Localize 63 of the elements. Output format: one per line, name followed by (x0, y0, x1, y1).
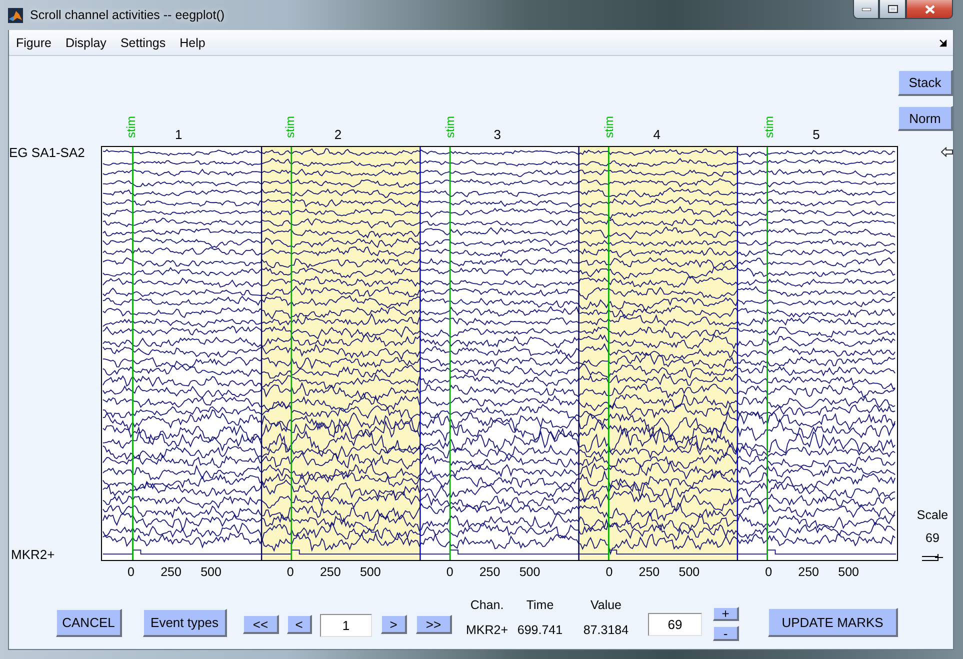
time-tick-label: 0 (446, 565, 454, 579)
time-tick-label: 0 (606, 565, 613, 579)
close-button[interactable] (906, 0, 953, 19)
stack-button[interactable]: Stack (898, 70, 953, 96)
time-tick-label: 250 (638, 565, 660, 579)
app-logo-icon (8, 8, 23, 22)
readout-heading: Value (590, 598, 622, 612)
time-tick-label: 0 (765, 565, 772, 579)
minimize-icon (862, 8, 870, 10)
scale-label: Scale (916, 508, 948, 523)
nav-button[interactable]: >> (416, 615, 452, 634)
time-tick-label: 0 (128, 565, 134, 579)
epoch-number: 5 (812, 128, 820, 142)
epoch-number: 2 (334, 128, 342, 142)
scale-bar-icon (922, 554, 944, 561)
event-label: stim (762, 116, 776, 138)
nav-button[interactable]: << (243, 615, 279, 634)
scale-field[interactable]: 69 (648, 613, 702, 636)
time-tick-label: 250 (798, 565, 820, 579)
readout-value: MKR2+ (466, 623, 508, 637)
readout-value: 87.3184 (583, 623, 629, 637)
step-button[interactable]: + (713, 607, 739, 621)
time-tick-label: 0 (286, 565, 294, 579)
time-tick-label: 500 (678, 565, 700, 579)
epoch-number: 1 (175, 128, 182, 142)
dock-arrow-icon[interactable] (939, 38, 947, 46)
channel-label: MKR2+ (11, 548, 55, 561)
maximize-button[interactable] (879, 0, 906, 19)
close-icon (924, 4, 934, 14)
channel-label: EG SA1-SA2 (9, 146, 85, 159)
menu-item[interactable]: Figure (9, 32, 58, 52)
time-tick-label: 250 (320, 565, 341, 579)
event-label: stim (283, 116, 298, 138)
scale-value: 69 (926, 531, 940, 546)
menu-item[interactable]: Help (172, 32, 212, 52)
step-button[interactable]: - (713, 626, 739, 641)
event-label: stim (442, 116, 457, 138)
time-tick-label: 500 (519, 565, 540, 579)
nav-button[interactable]: > (381, 615, 407, 634)
event-label: stim (602, 116, 616, 138)
event-label: stim (124, 116, 138, 138)
time-tick-label: 500 (200, 565, 222, 579)
readout-heading: Chan. (470, 598, 504, 612)
time-tick-label: 500 (838, 565, 860, 579)
time-tick-label: 500 (360, 565, 381, 579)
update-marks-button[interactable]: UPDATE MARKS (768, 608, 898, 637)
maximize-icon (888, 5, 898, 13)
readout-heading: Time (526, 598, 554, 612)
epoch-number: 3 (494, 128, 502, 142)
menu-item[interactable]: Display (58, 32, 114, 52)
norm-button[interactable]: Norm (898, 106, 953, 131)
nav-button[interactable]: < (287, 615, 312, 634)
menu-item[interactable]: Settings (113, 32, 173, 52)
epoch-number: 4 (653, 128, 660, 142)
window-title: Scroll channel activities -- eegplot() (30, 8, 225, 22)
event-types-button[interactable]: Event types (143, 609, 227, 637)
minimize-button[interactable] (853, 0, 879, 19)
epoch-field[interactable]: 1 (320, 614, 372, 637)
cancel-button[interactable]: CANCEL (56, 609, 122, 637)
readout-value: 699.741 (517, 623, 563, 637)
time-tick-label: 250 (479, 565, 500, 579)
pointer-arrow-icon (941, 147, 953, 157)
time-tick-label: 250 (160, 565, 182, 579)
